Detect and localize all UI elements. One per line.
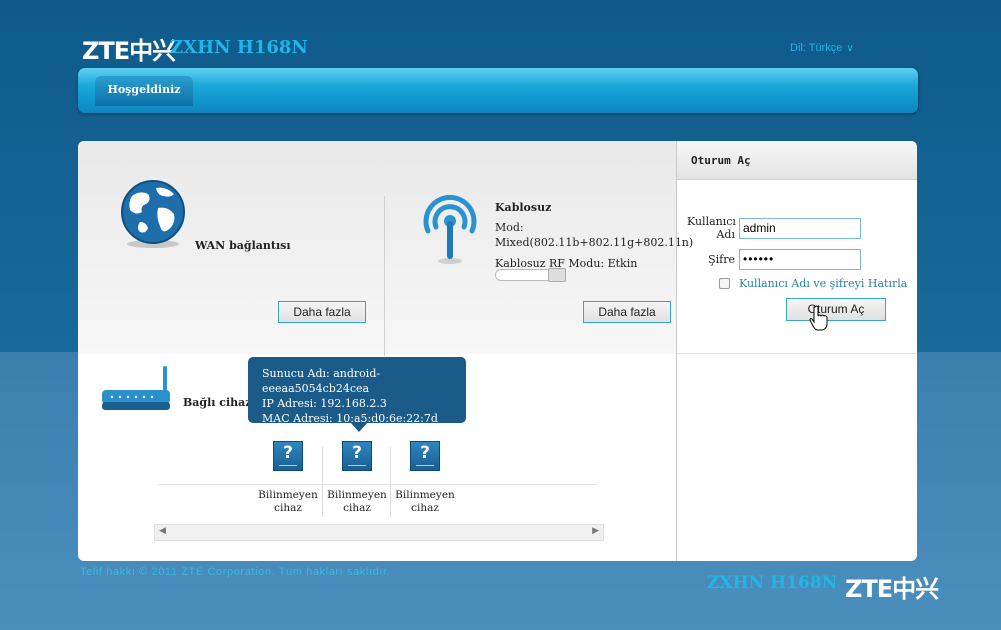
device-label-2: cihaz: [343, 502, 371, 514]
device-label: Bilinmeyen: [395, 489, 455, 501]
username-label-line1: Kullanıcı: [687, 215, 736, 228]
scroll-right-icon[interactable]: ▶: [592, 526, 599, 536]
language-selector[interactable]: Dil: Türkçe ∨: [790, 42, 854, 54]
devices-scrollbar[interactable]: ◀ ▶: [154, 524, 604, 541]
device-label-2: cihaz: [274, 502, 302, 514]
copyright-text: Telif hakkı © 2011 ZTE Corporation. Tüm …: [80, 566, 391, 578]
password-input[interactable]: ••••••: [739, 249, 861, 270]
wan-more-button[interactable]: Daha fazla: [278, 301, 366, 323]
username-input[interactable]: admin: [739, 218, 861, 239]
wireless-more-button[interactable]: Daha fazla: [583, 301, 671, 323]
wireless-title: Kablosuz: [495, 201, 552, 214]
zte-logo: ZTE中兴: [82, 37, 176, 65]
unknown-device-icon[interactable]: ?: [410, 441, 440, 471]
device-tooltip: Sunucu Adı: android-eeeaa5054cb24cea IP …: [248, 357, 466, 425]
scroll-left-icon[interactable]: ◀: [159, 526, 166, 536]
remember-label[interactable]: Kullanıcı Adı ve şifreyi Hatırla: [739, 277, 907, 290]
footer-zte-logo: ZTE中兴: [845, 575, 939, 603]
divider: [677, 353, 917, 354]
unknown-device-icon[interactable]: ?: [273, 441, 303, 471]
unknown-device-icon[interactable]: ?: [342, 441, 372, 471]
username-label-line2: Adı: [716, 228, 735, 241]
model-title: ZXHN H168N: [170, 37, 308, 58]
hand-cursor-icon: [809, 305, 828, 331]
password-label: Şifre: [708, 253, 735, 266]
divider: [158, 484, 598, 485]
login-panel: Oturum Aç Kullanıcı Adı admin Şifre ••••…: [676, 141, 917, 561]
language-label: Dil: Türkçe: [790, 42, 843, 54]
device-label: Bilinmeyen: [327, 489, 387, 501]
device-item[interactable]: ? Bilinmeyen cihaz: [253, 441, 323, 515]
username-label: Kullanıcı Adı: [687, 215, 736, 241]
device-label: Bilinmeyen: [258, 489, 318, 501]
divider: [384, 196, 385, 356]
wireless-mode-value: Mixed(802.11b+802.11g+802.11n): [495, 236, 694, 249]
wireless-antenna-icon: [423, 194, 477, 264]
chevron-down-icon: ∨: [846, 43, 854, 54]
device-item[interactable]: ? Bilinmeyen cihaz: [390, 441, 460, 515]
wan-connection-label: WAN bağlantısı: [195, 239, 291, 252]
globe-icon: [121, 180, 185, 248]
login-button[interactable]: Oturum Aç: [786, 298, 886, 321]
tab-hosgeldiniz[interactable]: Hoşgeldiniz: [95, 76, 193, 106]
router-icon: [102, 366, 170, 410]
top-nav-bar: Hoşgeldiniz: [78, 68, 918, 113]
device-label-2: cihaz: [411, 502, 439, 514]
login-title: Oturum Aç: [677, 141, 917, 180]
remember-checkbox[interactable]: [719, 278, 730, 289]
tooltip-ip: IP Adresi: 192.168.2.3: [262, 397, 387, 410]
main-panel: WAN bağlantısı Daha fazla Kablosuz Mod: …: [78, 141, 917, 561]
device-item[interactable]: ? Bilinmeyen cihaz: [322, 441, 392, 515]
wireless-mode-label: Mod:: [495, 221, 524, 234]
tooltip-host: Sunucu Adı: android-eeeaa5054cb24cea: [262, 367, 381, 395]
tooltip-arrow: [350, 422, 368, 432]
status-area: WAN bağlantısı Daha fazla Kablosuz Mod: …: [78, 141, 693, 356]
footer-model: ZXHN H168N: [707, 573, 838, 593]
rf-mode-slider-handle[interactable]: [548, 268, 566, 282]
